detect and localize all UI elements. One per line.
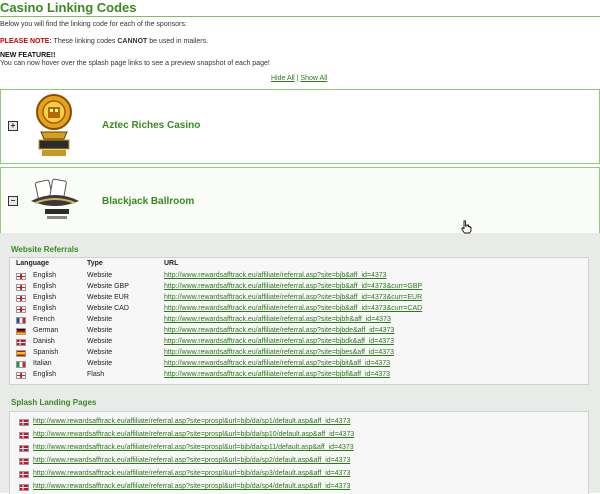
hand-cursor-icon [461,220,472,234]
table-row: Italian Website http://www.rewardsafftrack… [10,359,588,370]
table-row: English Flash http://www.rewardsafftrack.e… [10,370,588,381]
show-all-link[interactable]: Show All [300,75,327,82]
type-cell: Website GBP [87,283,129,290]
mailer-note: PLEASE NOTE: These linking codes CANNOT … [0,38,208,45]
uk-flag-icon [16,372,26,379]
table-row: English Website GBP http://www.rewardsafft… [10,282,588,293]
type-cell: Website [87,327,113,334]
type-cell: Website EUR [87,294,129,301]
referral-link[interactable]: http://www.rewardsafftrack.eu/affiliate/… [164,316,391,323]
referral-link[interactable]: http://www.rewardsafftrack.eu/affiliate/… [164,272,387,279]
table-row: English Website http://www.rewardsafftrack… [10,271,588,282]
note-pre: These linking codes [51,38,118,45]
column-header-language: Language [16,260,50,267]
casino-name[interactable]: Blackjack Ballroom [102,196,194,207]
italy-flag-icon [16,361,26,368]
list-item: http://www.rewardsafftrack.eu/affiliate/… [10,456,588,468]
collapse-toggle-icon[interactable]: − [8,196,18,206]
language-cell: French [33,316,55,323]
denmark-flag-icon [19,484,29,491]
type-cell: Website [87,360,113,367]
spain-flag-icon [16,350,26,357]
list-item: http://www.rewardsafftrack.eu/affiliate/… [10,417,588,429]
denmark-flag-icon [19,419,29,426]
expand-toggle-icon[interactable]: + [8,121,18,131]
language-cell: English [33,305,56,312]
blackjack-ballroom-logo [31,178,79,219]
note-label: PLEASE NOTE: [0,38,52,45]
language-cell: Spanish [33,349,59,356]
uk-flag-icon [16,306,26,313]
type-cell: Website [87,272,113,279]
denmark-flag-icon [19,445,29,452]
splash-link[interactable]: http://www.rewardsafftrack.eu/affiliate/… [33,457,350,464]
new-feature-heading: NEW FEATURE!! [0,52,56,59]
denmark-flag-icon [19,471,29,478]
germany-flag-icon [16,328,26,335]
hide-all-link[interactable]: Hide All [271,75,295,82]
type-cell: Website CAD [87,305,129,312]
language-cell: Danish [33,338,55,345]
language-cell: Italian [33,360,52,367]
referral-link[interactable]: http://www.rewardsafftrack.eu/affiliate/… [164,327,394,334]
column-header-type: Type [87,260,103,267]
referral-link[interactable]: http://www.rewardsafftrack.eu/affiliate/… [164,338,394,345]
table-row: English Website CAD http://www.rewardsafft… [10,304,588,315]
table-row: French Website http://www.rewardsafftrack.… [10,315,588,326]
new-feature-text: You can now hover over the splash page l… [0,60,270,67]
uk-flag-icon [16,273,26,280]
language-cell: English [33,283,56,290]
splash-link[interactable]: http://www.rewardsafftrack.eu/affiliate/… [33,483,350,490]
table-row: German Website http://www.rewardsafftrack.… [10,326,588,337]
language-cell: German [33,327,59,334]
france-flag-icon [16,317,26,324]
referral-link[interactable]: http://www.rewardsafftrack.eu/affiliate/… [164,294,422,301]
website-referrals-title: Website Referrals [11,245,79,254]
referral-link[interactable]: http://www.rewardsafftrack.eu/affiliate/… [164,371,390,378]
casino-blackjack-ballroom[interactable]: − Blackjack Ballroom [0,167,600,235]
denmark-flag-icon [16,339,26,346]
list-item: http://www.rewardsafftrack.eu/affiliate/… [10,469,588,481]
splash-link[interactable]: http://www.rewardsafftrack.eu/affiliate/… [33,418,350,425]
type-cell: Website [87,338,113,345]
list-item: http://www.rewardsafftrack.eu/affiliate/… [10,482,588,494]
column-header-url: URL [164,260,179,267]
referral-link[interactable]: http://www.rewardsafftrack.eu/affiliate/… [164,305,422,312]
language-cell: English [33,294,56,301]
note-bold: CANNOT [117,38,148,45]
type-cell: Flash [87,371,105,378]
splash-link[interactable]: http://www.rewardsafftrack.eu/affiliate/… [33,431,354,438]
referral-link[interactable]: http://www.rewardsafftrack.eu/affiliate/… [164,283,422,290]
referral-link[interactable]: http://www.rewardsafftrack.eu/affiliate/… [164,360,390,367]
uk-flag-icon [16,284,26,291]
list-item: http://www.rewardsafftrack.eu/affiliate/… [10,443,588,455]
aztec-riches-logo [36,94,72,156]
type-cell: Website [87,349,113,356]
splash-link[interactable]: http://www.rewardsafftrack.eu/affiliate/… [33,470,350,477]
denmark-flag-icon [19,432,29,439]
splash-landing-pages-title: Splash Landing Pages [11,398,97,407]
table-row: Spanish Website http://www.rewardsafftrack… [10,348,588,359]
language-cell: English [33,272,56,279]
toggle-links: Hide All | Show All [271,75,327,82]
referral-link[interactable]: http://www.rewardsafftrack.eu/affiliate/… [164,349,394,356]
list-item: http://www.rewardsafftrack.eu/affiliate/… [10,430,588,442]
uk-flag-icon [16,295,26,302]
language-cell: English [33,371,56,378]
casino-name[interactable]: Aztec Riches Casino [102,120,200,131]
website-referrals-table: Language Type URL English Website http://w… [9,257,589,385]
page-title: Casino Linking Codes [0,0,137,15]
note-post: be used in mailers. [147,38,209,45]
title-divider [0,16,600,17]
casino-aztec-riches[interactable]: + Aztec Riches Casino [0,89,600,164]
type-cell: Website [87,316,113,323]
table-row: English Website EUR http://www.rewardsafft… [10,293,588,304]
denmark-flag-icon [19,458,29,465]
splash-link[interactable]: http://www.rewardsafftrack.eu/affiliate/… [33,444,354,451]
intro-text: Below you will find the linking code for… [0,21,187,28]
splash-landing-pages-list: http://www.rewardsafftrack.eu/affiliate/… [9,411,589,494]
table-row: Danish Website http://www.rewardsafftrack.… [10,337,588,348]
